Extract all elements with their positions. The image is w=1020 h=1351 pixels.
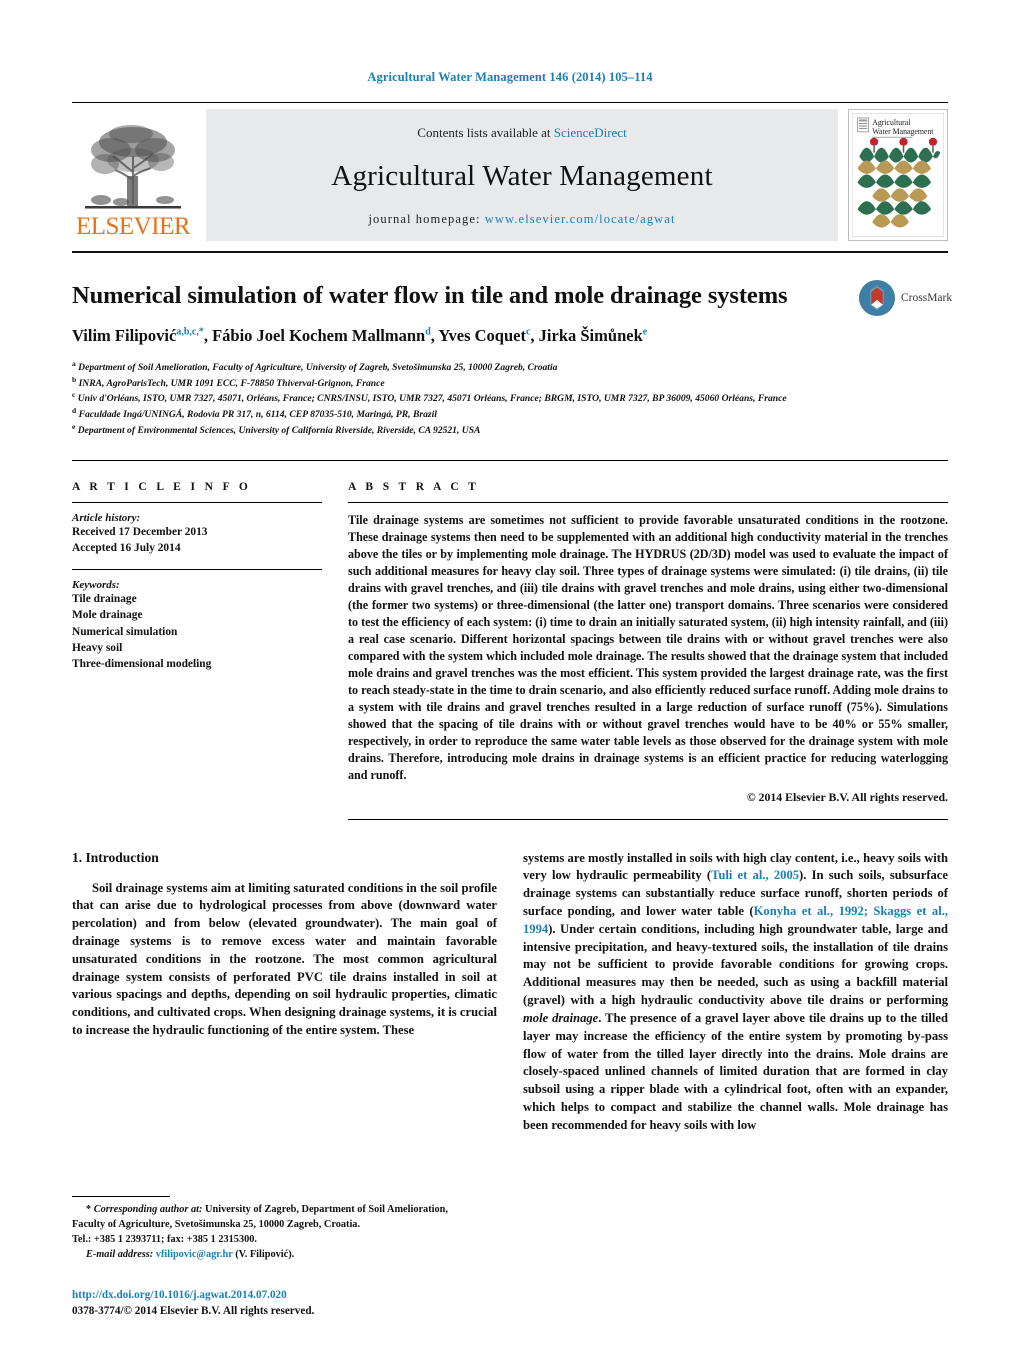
abstract-heading: A B S T R A C T (348, 480, 480, 493)
keywords-rule (72, 569, 322, 571)
info-rule (72, 501, 322, 503)
affiliation-text: Department of Soil Amelioration, Faculty… (78, 362, 558, 374)
affiliation-text: Univ d'Orléans, ISTO, UMR 7327, 45071, O… (77, 393, 787, 405)
doi-link[interactable]: http://dx.doi.org/10.1016/j.agwat.2014.0… (72, 1287, 476, 1303)
affiliation-text: INRA, AgroParisTech, UMR 1091 ECC, F-788… (78, 377, 385, 389)
keyword-item: Three-dimensional modeling (72, 657, 212, 670)
abstract-column: A B S T R A C T Tile drainage systems ar… (348, 481, 948, 820)
journal-title: Agricultural Water Management (331, 160, 713, 192)
crossmark-label: CrossMark (901, 292, 953, 304)
info-abstract-region: A R T I C L E I N F O Article history: R… (0, 481, 1020, 820)
keyword-item: Tile drainage (72, 593, 137, 606)
keyword-item: Heavy soil (72, 641, 123, 654)
affiliation-item: e Department of Environmental Sciences, … (72, 422, 948, 438)
affiliation-item: c Univ d'Orléans, ISTO, UMR 7327, 45071,… (72, 390, 948, 406)
journal-cover-thumbnail: Agricultural Water Management (848, 109, 948, 241)
homepage-label: journal homepage: (368, 212, 485, 226)
affiliation-marker: a (72, 358, 76, 368)
keyword-item: Numerical simulation (72, 625, 178, 638)
introduction-paragraph-left: Soil drainage systems aim at limiting sa… (72, 880, 497, 1038)
svg-text:Water Management: Water Management (872, 127, 934, 136)
abstract-bottom-rule (348, 818, 948, 820)
section-heading-introduction: 1. Introduction (72, 849, 159, 865)
author-list: Vilim Filipovića,b,c,*, Fábio Joel Koche… (72, 326, 648, 346)
sciencedirect-link[interactable]: ScienceDirect (554, 125, 627, 140)
corresponding-author-note: * Corresponding author at: University of… (72, 1204, 448, 1231)
contents-available-line: Contents lists available at ScienceDirec… (417, 125, 626, 141)
affiliation-item: d Faculdade Ingá/UNINGÁ, Rodovia PR 317,… (72, 406, 948, 422)
info-separator (0, 459, 1020, 461)
homepage-url[interactable]: www.elsevier.com/locate/agwat (485, 212, 676, 226)
email-label: E-mail address: (86, 1249, 154, 1261)
elsevier-logo: ELSEVIER (72, 109, 194, 241)
page-title: Numerical simulation of water flow in ti… (72, 282, 788, 309)
article-history-label: Article history: (72, 511, 141, 524)
keyword-item: Mole drainage (72, 609, 143, 622)
title-block: CrossMark Numerical simulation of water … (0, 279, 1020, 438)
abstract-copyright: © 2014 Elsevier B.V. All rights reserved… (746, 789, 948, 804)
body-column-left: 1. Introduction Soil drainage systems ai… (72, 850, 497, 1135)
affiliation-list: a Department of Soil Amelioration, Facul… (72, 359, 948, 438)
cover-artwork: Agricultural Water Management (852, 113, 944, 237)
contents-prefix: Contents lists available at (417, 125, 554, 140)
footnote-rule (72, 1196, 170, 1198)
email-link[interactable]: vfilipovic@agr.hr (156, 1249, 233, 1260)
crossmark-badge[interactable]: CrossMark (858, 275, 958, 321)
running-head: Agricultural Water Management 146 (2014)… (367, 70, 653, 84)
issn-copyright-line: 0378-3774/© 2014 Elsevier B.V. All right… (72, 1304, 315, 1317)
footnote-block: * Corresponding author at: University of… (72, 1196, 476, 1263)
abstract-text: Tile drainage systems are sometimes not … (348, 512, 948, 782)
affiliation-text: Faculdade Ingá/UNINGÁ, Rodovia PR 317, n… (78, 409, 437, 421)
affiliation-marker: e (72, 422, 76, 432)
keywords-label: Keywords: (72, 579, 120, 592)
masthead-top-rule (72, 102, 948, 103)
affiliation-item: a Department of Soil Amelioration, Facul… (72, 359, 948, 375)
elsevier-wordmark: ELSEVIER (75, 213, 191, 240)
body-column-right: systems are mostly installed in soils wi… (523, 850, 948, 1135)
affiliation-text: Department of Environmental Sciences, Un… (77, 425, 481, 437)
doi-block: http://dx.doi.org/10.1016/j.agwat.2014.0… (72, 1287, 476, 1319)
journal-masthead: ELSEVIER Contents lists available at Sci… (0, 102, 1020, 253)
introduction-paragraph-right: systems are mostly installed in soils wi… (523, 850, 948, 1132)
masthead-center-box: Contents lists available at ScienceDirec… (206, 109, 838, 241)
masthead-bottom-rule (72, 251, 948, 253)
affiliation-item: b INRA, AgroParisTech, UMR 1091 ECC, F-7… (72, 375, 948, 391)
abstract-rule (348, 501, 948, 503)
article-info-column: A R T I C L E I N F O Article history: R… (72, 481, 322, 820)
body-columns: 1. Introduction Soil drainage systems ai… (0, 850, 1020, 1135)
article-history-item: Accepted 16 July 2014 (72, 542, 181, 554)
affiliation-marker: b (72, 374, 77, 384)
contact-phone-line: Tel.: +385 1 2393711; fax: +385 1 231530… (72, 1234, 257, 1246)
affiliation-marker: d (72, 406, 77, 416)
journal-homepage-line: journal homepage: www.elsevier.com/locat… (368, 212, 675, 227)
article-history-item: Received 17 December 2013 (72, 525, 208, 538)
crossmark-icon (858, 279, 896, 317)
article-page: Agricultural Water Management 146 (2014)… (0, 0, 1020, 1351)
elsevier-tree-icon (85, 125, 181, 209)
svg-text:Agricultural: Agricultural (872, 118, 911, 127)
article-info-heading: A R T I C L E I N F O (72, 480, 252, 493)
affiliation-marker: c (72, 390, 76, 400)
email-line: E-mail address: vfilipovic@agr.hr (V. Fi… (72, 1248, 476, 1263)
email-owner: (V. Filipović). (235, 1249, 295, 1261)
